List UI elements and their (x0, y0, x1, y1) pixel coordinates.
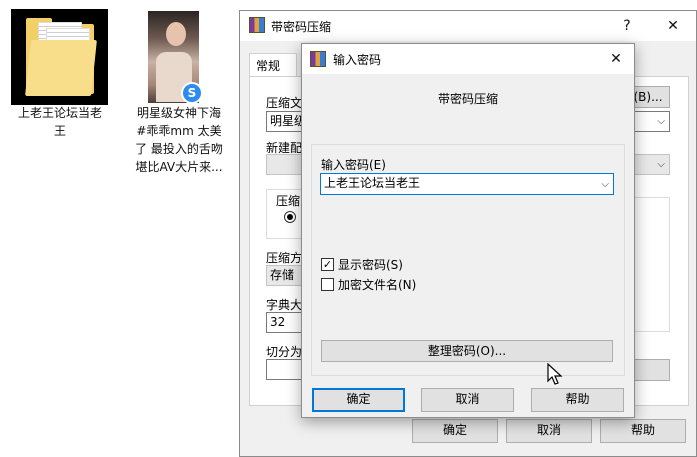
organize-passwords-button[interactable]: 整理密码(O)... (321, 340, 613, 362)
window-title: 带密码压缩 (271, 20, 332, 34)
password-label: 输入密码(E) (321, 158, 386, 172)
cancel-button[interactable]: 取消 (506, 419, 592, 443)
chevron-down-icon: ⌵ (657, 116, 665, 127)
archive-format-label: 压缩 (276, 194, 301, 208)
close-icon[interactable]: ✕ (661, 15, 685, 37)
show-password-label: 显示密码(S) (338, 258, 403, 272)
dictionary-combo[interactable]: 32 (266, 312, 306, 333)
help-button[interactable]: 帮助 (600, 419, 686, 443)
chevron-down-icon: ⌵ (601, 179, 609, 190)
dialog-cancel-button[interactable]: 取消 (421, 388, 514, 412)
format-radio[interactable] (284, 211, 296, 223)
mouse-cursor-icon (547, 363, 563, 385)
split-combo[interactable] (266, 359, 306, 380)
password-input[interactable]: 上老王论坛当老王 ⌵ (320, 173, 614, 195)
tab-general[interactable]: 常规 (249, 53, 297, 77)
encrypt-filenames-checkbox[interactable] (321, 278, 334, 291)
dictionary-label: 字典大 (266, 298, 303, 312)
dictionary-value: 32 (270, 315, 286, 329)
chevron-down-icon: ⌵ (657, 159, 665, 170)
video-label: 明星级女神下海 #乖乖mm 太美 了 最投入的舌吻 堪比AV大片来... (135, 106, 223, 174)
title-bar: 带密码压缩 ? ✕ (240, 11, 696, 41)
player-badge-icon: S (181, 82, 203, 104)
dialog-title-bar: 输入密码 ✕ (302, 44, 634, 74)
folder-label: 上老王论坛当老 王 (17, 106, 102, 138)
password-value: 上老王论坛当老王 (324, 176, 421, 190)
close-icon[interactable]: ✕ (604, 48, 628, 70)
archive-name-label: 压缩文 (266, 96, 303, 110)
dialog-ok-button[interactable]: 确定 (312, 388, 405, 412)
enter-password-dialog: 输入密码 ✕ 带密码压缩 输入密码(E) 上老王论坛当老王 ⌵ ✓ 显示密码(S… (301, 43, 635, 418)
dialog-title: 输入密码 (333, 53, 382, 67)
method-combo[interactable]: 存储 (266, 265, 306, 286)
folder-front-icon (25, 40, 97, 96)
show-password-checkbox[interactable]: ✓ (321, 258, 334, 271)
method-value: 存储 (270, 268, 295, 282)
winrar-icon (249, 17, 265, 33)
help-icon[interactable]: ? (615, 15, 639, 37)
winrar-icon (310, 51, 326, 67)
encrypt-filenames-label: 加密文件名(N) (338, 278, 417, 292)
thumbnail-face (166, 22, 186, 46)
dialog-help-button[interactable]: 帮助 (531, 388, 624, 412)
ok-button[interactable]: 确定 (412, 419, 498, 443)
tab-general-label: 常规 (256, 59, 281, 73)
method-label: 压缩方 (266, 251, 303, 265)
split-label: 切分为 (266, 345, 303, 359)
dialog-heading: 带密码压缩 (437, 92, 498, 106)
